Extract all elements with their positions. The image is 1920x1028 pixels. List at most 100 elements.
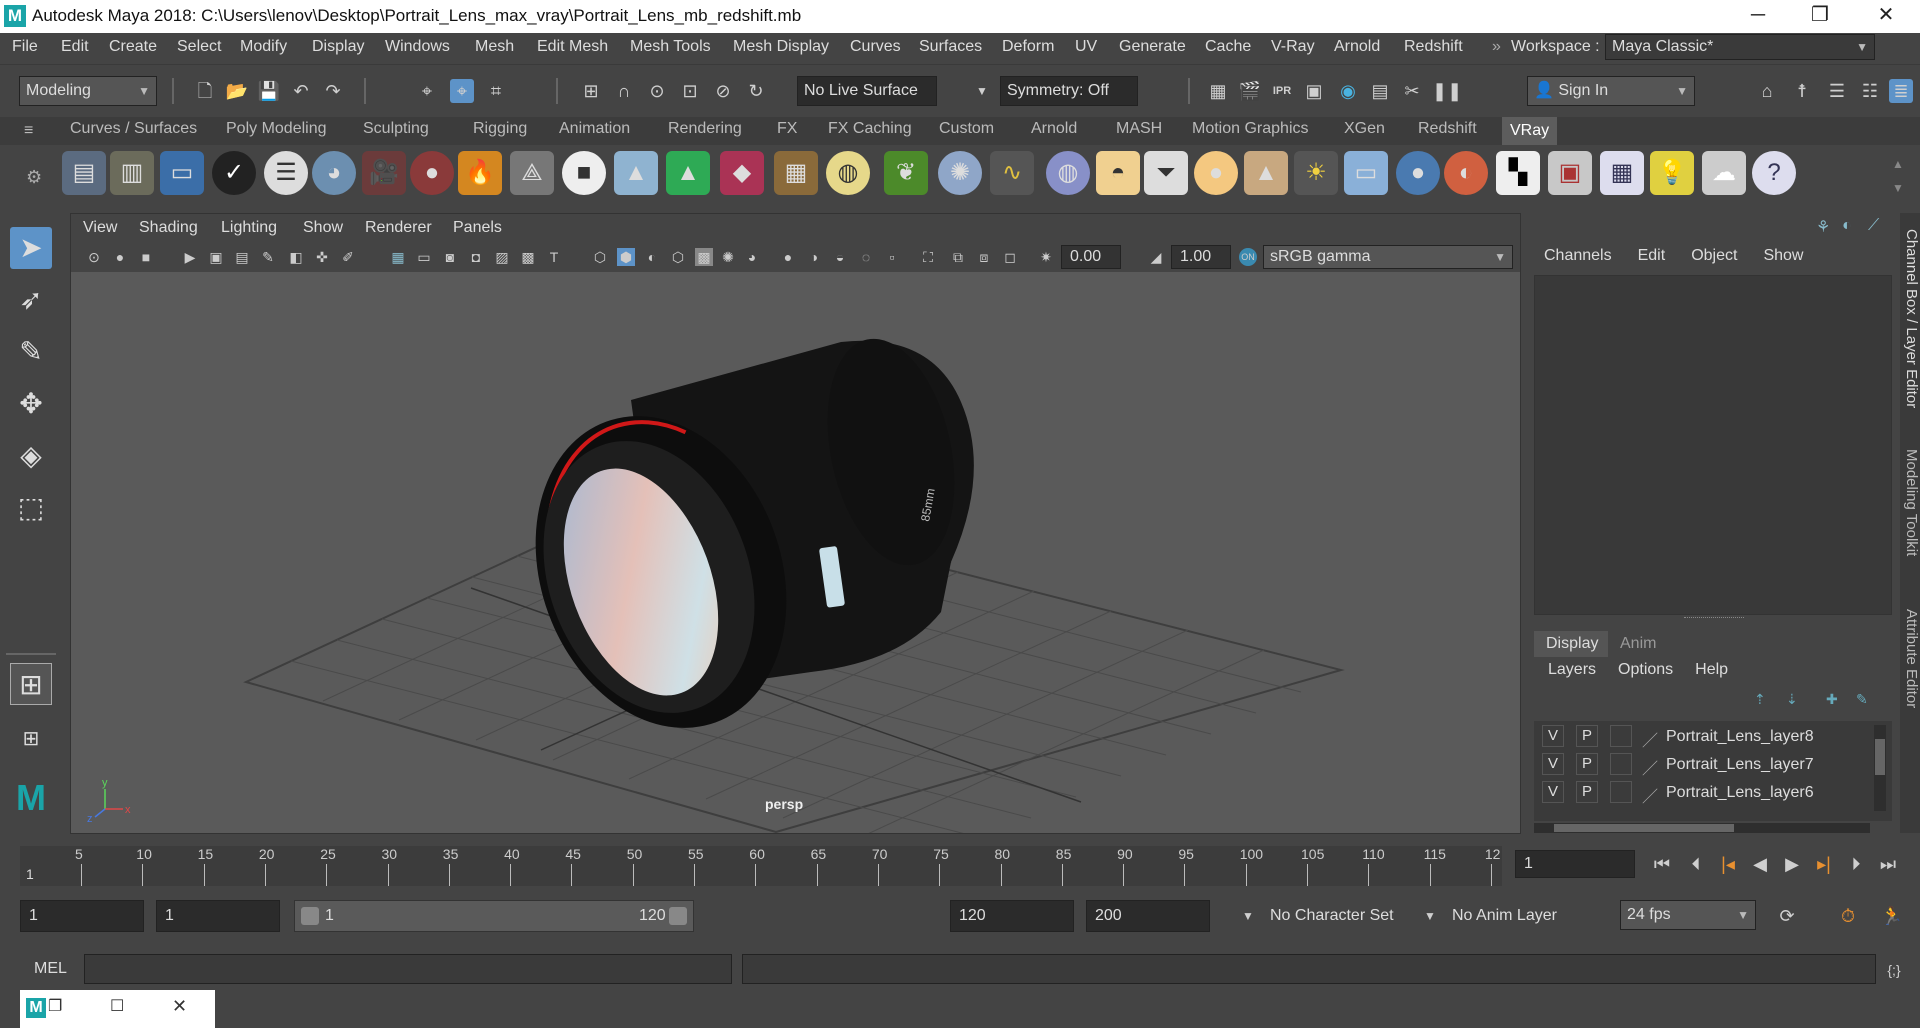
fps-select[interactable]: 24 fps ▼ — [1620, 900, 1756, 930]
vray-camera-icon[interactable]: 🎥 — [362, 151, 406, 195]
side-tab-modeling-toolkit[interactable]: Modeling Toolkit — [1900, 449, 1920, 556]
layer-playback-toggle[interactable]: P — [1576, 781, 1598, 803]
menu-edit[interactable]: Edit — [61, 38, 89, 56]
layer-name[interactable]: Portrait_Lens_layer8 — [1666, 728, 1814, 746]
playback-end-field[interactable]: 120 — [950, 900, 1074, 932]
resize-handle-icon[interactable] — [1684, 617, 1744, 619]
channel-box-menu-object[interactable]: Object — [1691, 247, 1737, 265]
hud-icon[interactable]: ◻ — [1001, 248, 1019, 266]
move-layer-down-icon[interactable]: ⇣ — [1786, 691, 1798, 708]
safe-action-icon[interactable]: ◙ — [441, 248, 459, 266]
shelf-tab-fx-caching[interactable]: FX Caching — [820, 120, 920, 138]
current-frame-field[interactable]: 1 — [1515, 850, 1635, 878]
vray-render-icon[interactable]: ▥ — [110, 151, 154, 195]
vray-sphere-icon[interactable]: ● — [1396, 151, 1440, 195]
render-sequence-icon[interactable]: ▤ — [1368, 79, 1392, 103]
side-tab-attribute-editor[interactable]: Attribute Editor — [1900, 609, 1920, 708]
vray-cone-icon[interactable]: ▲ — [614, 151, 658, 195]
shelf-tab-animation[interactable]: Animation — [551, 120, 638, 138]
vray-plane-icon[interactable]: ⟁ — [510, 151, 554, 195]
move-layer-up-icon[interactable]: ⇡ — [1754, 691, 1766, 708]
camera-attributes-icon[interactable]: ● — [111, 248, 129, 266]
modeling-toolkit-icon[interactable]: ⌂ — [1755, 79, 1779, 103]
vray-fur-icon[interactable]: ❦ — [884, 151, 928, 195]
go-to-end-icon[interactable]: ⏭ — [1876, 852, 1900, 876]
close-icon[interactable]: ✕ — [172, 996, 187, 1017]
viewport-menu-show[interactable]: Show — [303, 219, 343, 237]
menu-create[interactable]: Create — [109, 38, 157, 56]
shelf-tab-poly-modeling[interactable]: Poly Modeling — [218, 120, 335, 138]
vray-table-icon[interactable]: ▦ — [1600, 151, 1644, 195]
xray-icon[interactable]: ▩ — [695, 248, 713, 266]
mode-select[interactable]: Modeling ▼ — [19, 76, 157, 106]
vray-checker-icon[interactable]: ▚ — [1496, 151, 1540, 195]
select-tool-icon[interactable]: ➤ — [10, 227, 52, 269]
channel-box-menu-channels[interactable]: Channels — [1544, 247, 1612, 265]
layer-hscrollbar-thumb[interactable] — [1554, 824, 1734, 832]
maximize-button[interactable]: ❐ — [1792, 0, 1848, 32]
close-button[interactable]: ✕ — [1858, 0, 1914, 32]
gate-mask-icon[interactable]: ✐ — [339, 248, 357, 266]
range-start-handle[interactable] — [301, 907, 319, 925]
step-forward-key-icon[interactable]: ⏵ — [1844, 852, 1868, 876]
vray-fire-icon[interactable]: 🔥 — [458, 151, 502, 195]
layer-visibility-toggle[interactable]: V — [1542, 753, 1564, 775]
gamma-icon[interactable]: ◢ — [1147, 248, 1165, 266]
ipr-render-icon[interactable]: IPR — [1270, 79, 1294, 103]
vray-globe-icon[interactable]: ◕ — [312, 151, 356, 195]
layer-menu-help[interactable]: Help — [1695, 661, 1728, 679]
four-view-icon[interactable]: ⊞ — [10, 718, 52, 760]
play-backwards-icon[interactable]: ◀ — [1748, 852, 1772, 876]
save-scene-icon[interactable]: 💾 — [257, 79, 281, 103]
single-view-icon[interactable]: ⊞ — [10, 663, 52, 705]
time-slider[interactable]: 1 5 10 15 20 25 30 35 40 45 50 55 60 65 70 75 80 85 90 95 1… — [0, 838, 1920, 894]
grid-icon[interactable]: ▦ — [389, 248, 407, 266]
layer-visibility-toggle[interactable]: V — [1542, 781, 1564, 803]
play-forwards-icon[interactable]: ▶ — [1780, 852, 1804, 876]
menu-modify[interactable]: Modify — [240, 38, 287, 56]
tab-display[interactable]: Display — [1534, 631, 1608, 657]
menu-vray[interactable]: V-Ray — [1271, 38, 1315, 56]
vray-curve-icon[interactable]: ∿ — [990, 151, 1034, 195]
menu-generate[interactable]: Generate — [1119, 38, 1186, 56]
xray-joints-icon[interactable]: ⛶ — [919, 248, 937, 266]
vray-logo-icon[interactable]: ✓ — [212, 151, 256, 195]
exposure-icon[interactable]: ✷ — [1037, 248, 1055, 266]
viewport-menu-lighting[interactable]: Lighting — [221, 219, 277, 237]
vray-sphere-light-icon[interactable]: ◍ — [1046, 151, 1090, 195]
shelf-tab-custom[interactable]: Custom — [931, 120, 1002, 138]
render-view-icon[interactable]: ▣ — [1302, 79, 1326, 103]
menu-redshift[interactable]: Redshift — [1404, 38, 1463, 56]
depth-of-field-icon[interactable]: ◌ — [857, 248, 875, 266]
exposure-field[interactable]: 0.00 — [1061, 245, 1121, 269]
layer-type-toggle[interactable] — [1610, 753, 1632, 775]
shelf-scroll-up-icon[interactable]: ▲ — [1892, 157, 1904, 171]
character-set-label[interactable]: No Character Set — [1270, 907, 1394, 925]
shelf-menu-icon[interactable]: ≡ — [24, 122, 33, 140]
chevron-down-icon[interactable]: ▼ — [970, 79, 994, 103]
attribute-editor-icon[interactable]: ☰ — [1825, 79, 1849, 103]
layer-type-toggle[interactable] — [1610, 781, 1632, 803]
menu-mesh-display[interactable]: Mesh Display — [733, 38, 829, 56]
snap-point-icon[interactable]: ⊙ — [645, 79, 669, 103]
help-icon[interactable]: ? — [1752, 151, 1796, 195]
animation-end-field[interactable]: 200 — [1086, 900, 1210, 932]
use-lights-icon[interactable]: ✺ — [719, 248, 737, 266]
loop-icon[interactable]: ⟳ — [1775, 904, 1799, 928]
range-slider[interactable]: 1 120 — [294, 900, 694, 932]
layer-row[interactable]: V P ／ Portrait_Lens_layer8 — [1534, 725, 1870, 751]
undo-icon[interactable]: ↶ — [289, 79, 313, 103]
gamma-field[interactable]: 1.00 — [1171, 245, 1231, 269]
move-tool-icon[interactable]: ✥ — [10, 383, 52, 425]
playback-start-field[interactable]: 1 — [156, 900, 280, 932]
restore-icon[interactable]: ❐ — [48, 996, 62, 1016]
menu-mesh-tools[interactable]: Mesh Tools — [630, 38, 711, 56]
step-forward-frame-icon[interactable]: ▸| — [1812, 852, 1836, 876]
image-plane-icon[interactable]: ▣ — [207, 248, 225, 266]
anim-layer-label[interactable]: No Anim Layer — [1452, 907, 1557, 925]
component-icon[interactable]: ⧈ — [975, 248, 993, 266]
field-chart-icon[interactable]: ▭ — [415, 248, 433, 266]
viewport-canvas[interactable]: 85mm yxz persp — [71, 272, 1520, 833]
character-controls-icon[interactable]: ☨ — [1790, 79, 1814, 103]
menu-mesh[interactable]: Mesh — [475, 38, 514, 56]
